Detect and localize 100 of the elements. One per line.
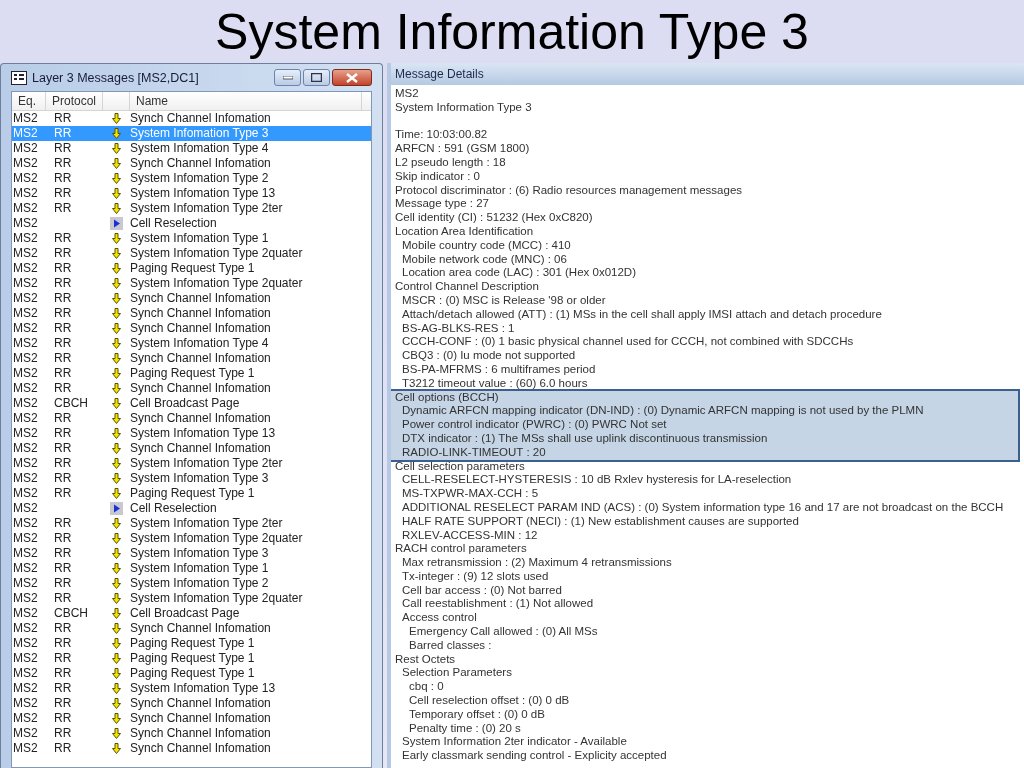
protocol-cell: RR	[54, 576, 72, 590]
protocol-cell: RR	[54, 381, 72, 395]
message-row[interactable]: MS2 RR Synch Channel Infomation	[12, 306, 371, 321]
message-row[interactable]: MS2 RR Synch Channel Infomation	[12, 156, 371, 171]
detail-line: MS2	[395, 87, 420, 101]
name-cell: System Infomation Type 4	[130, 336, 269, 351]
message-row[interactable]: MS2 RR System Infomation Type 13	[12, 681, 371, 696]
protocol-cell: RR	[54, 471, 72, 485]
down-arrow-icon	[112, 128, 121, 139]
name-cell: System Infomation Type 2quater	[130, 276, 303, 291]
message-row[interactable]: MS2 RR System Infomation Type 13	[12, 186, 371, 201]
message-row[interactable]: MS2 CBCH Cell Broadcast Page	[12, 396, 371, 411]
eq-cell-text: MS2	[12, 126, 39, 141]
message-row[interactable]: MS2 RR Synch Channel Infomation	[12, 441, 371, 456]
message-row[interactable]: MS2 RR Synch Channel Infomation	[12, 741, 371, 756]
message-row[interactable]: MS2 RR Synch Channel Infomation	[12, 351, 371, 366]
down-arrow-icon	[112, 428, 121, 439]
protocol-cell: RR	[54, 171, 72, 185]
message-row[interactable]: MS2 RR Synch Channel Infomation	[12, 291, 371, 306]
message-row[interactable]: MS2 RR Synch Channel Infomation	[12, 726, 371, 741]
protocol-cell: RR	[54, 636, 72, 650]
eq-cell-text: MS2	[12, 531, 39, 546]
message-row[interactable]: MS2 RR Synch Channel Infomation	[12, 621, 371, 636]
window-icon	[11, 70, 27, 85]
message-row[interactable]: MS2 RR Synch Channel Infomation	[12, 111, 371, 126]
message-row[interactable]: MS2 RR System Infomation Type 2ter	[12, 201, 371, 216]
protocol-cell: RR	[54, 156, 72, 170]
eq-cell-text: MS2	[12, 411, 39, 426]
message-row[interactable]: MS2 RR System Infomation Type 3	[12, 471, 371, 486]
detail-line: Temporary offset : (0) 0 dB	[409, 707, 546, 722]
message-row[interactable]: MS2 Cell Reselection	[12, 216, 371, 231]
down-arrow-icon	[112, 338, 121, 349]
message-row[interactable]: MS2 RR Synch Channel Infomation	[12, 381, 371, 396]
name-cell: System Infomation Type 2quater	[130, 246, 303, 261]
close-button[interactable]	[332, 69, 372, 86]
message-row[interactable]: MS2 RR System Infomation Type 3	[12, 546, 371, 561]
message-row[interactable]: MS2 RR System Infomation Type 2ter	[12, 456, 371, 471]
close-icon	[346, 72, 358, 83]
message-row[interactable]: MS2 RR Paging Request Type 1	[12, 366, 371, 381]
column-header[interactable]: Eq.	[12, 92, 46, 110]
detail-line: System Information Type 3	[395, 100, 533, 115]
message-row[interactable]: MS2 RR System Infomation Type 4	[12, 336, 371, 351]
down-arrow-icon	[112, 458, 121, 469]
detail-line: ADDITIONAL RESELECT PARAM IND (ACS) : (0) System information type 16 and 17 are not broadcast on the BCCH	[402, 500, 1005, 515]
detail-line: Cell selection parameters	[395, 459, 526, 474]
column-header[interactable]: Name	[130, 92, 362, 110]
name-cell: System Infomation Type 1	[130, 231, 269, 246]
down-arrow-icon	[112, 173, 121, 184]
message-row[interactable]: MS2 RR System Infomation Type 1	[12, 561, 371, 576]
detail-line: Cell reselection offset : (0) 0 dB	[409, 694, 571, 708]
message-row[interactable]: MS2 RR System Infomation Type 13	[12, 426, 371, 441]
detail-line: Location area code (LAC) : 301 (Hex 0x012D)	[402, 266, 637, 281]
message-row[interactable]: MS2 RR System Infomation Type 2	[12, 171, 371, 186]
protocol-cell: RR	[54, 351, 72, 365]
down-arrow-icon	[112, 413, 121, 424]
protocol-cell: RR	[54, 111, 72, 125]
detail-line: Penalty time : (0) 20 s	[409, 721, 522, 736]
name-cell: Paging Request Type 1	[130, 666, 255, 681]
detail-line: Skip indicator : 0	[395, 169, 481, 184]
message-row[interactable]: MS2 RR System Infomation Type 2	[12, 576, 371, 591]
message-row[interactable]: MS2 RR Paging Request Type 1	[12, 261, 371, 276]
message-row[interactable]: MS2 RR Paging Request Type 1	[12, 486, 371, 501]
detail-line: Control Channel Description	[395, 280, 540, 294]
message-row[interactable]: MS2 RR System Infomation Type 4	[12, 141, 371, 156]
message-row[interactable]: MS2 RR Synch Channel Infomation	[12, 321, 371, 336]
message-row[interactable]: MS2 RR Paging Request Type 1	[12, 666, 371, 681]
message-row[interactable]: MS2 RR Synch Channel Infomation	[12, 696, 371, 711]
protocol-cell: RR	[54, 291, 72, 305]
message-row[interactable]: MS2 RR System Infomation Type 2quater	[12, 591, 371, 606]
down-arrow-icon	[112, 248, 121, 259]
detail-line: Time: 10:03:00.82	[395, 128, 489, 143]
down-arrow-icon	[112, 488, 121, 499]
message-row[interactable]: MS2 RR System Infomation Type 2quater	[12, 276, 371, 291]
down-arrow-icon	[112, 638, 121, 649]
message-row[interactable]: MS2 RR Synch Channel Infomation	[12, 411, 371, 426]
detail-line: HALF RATE SUPPORT (NECI) : (1) New establishment causes are supported	[402, 514, 800, 529]
message-row[interactable]: MS2 RR System Infomation Type 2quater	[12, 531, 371, 546]
protocol-cell: RR	[54, 696, 72, 710]
message-row[interactable]: MS2 CBCH Cell Broadcast Page	[12, 606, 371, 621]
message-row[interactable]: MS2 RR System Infomation Type 1	[12, 231, 371, 246]
detail-line: Rest Octets	[395, 652, 457, 667]
column-header[interactable]: Protocol	[46, 92, 103, 110]
message-row[interactable]: MS2 RR System Infomation Type 2ter	[12, 516, 371, 531]
message-row[interactable]: MS2 RR Synch Channel Infomation	[12, 711, 371, 726]
message-row[interactable]: MS2 RR System Infomation Type 2quater	[12, 246, 371, 261]
protocol-cell: RR	[54, 666, 72, 680]
message-row[interactable]: MS2 RR Paging Request Type 1	[12, 636, 371, 651]
message-row[interactable]: MS2 RR Paging Request Type 1	[12, 651, 371, 666]
eq-cell-text: MS2	[12, 201, 39, 216]
detail-line: Power control indicator (PWRC) : (0) PWRC Not set	[402, 418, 668, 432]
name-cell: Paging Request Type 1	[130, 651, 255, 666]
down-arrow-icon	[112, 623, 121, 634]
down-arrow-icon	[112, 518, 121, 529]
name-cell: Synch Channel Infomation	[130, 411, 271, 426]
event-icon	[110, 502, 123, 515]
eq-cell-text: MS2	[12, 591, 39, 606]
message-row[interactable]: MS2 Cell Reselection	[12, 501, 371, 516]
eq-cell-text: MS2	[12, 321, 39, 336]
eq-cell-text: MS2	[12, 441, 39, 456]
maximize-button[interactable]	[303, 69, 330, 86]
